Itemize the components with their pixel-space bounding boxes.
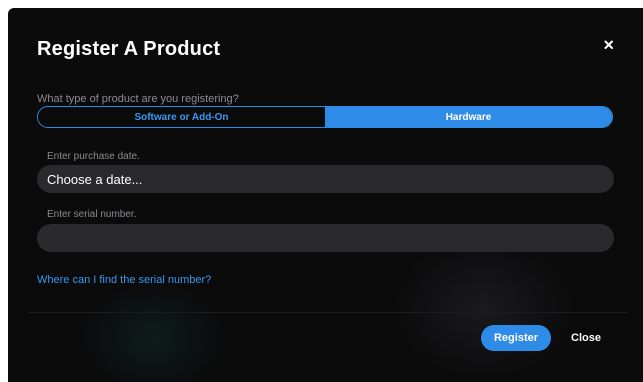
serial-number-input[interactable] <box>37 224 614 252</box>
footer-divider <box>28 312 628 313</box>
register-button[interactable]: Register <box>481 325 551 351</box>
register-product-dialog: Register A Product What type of product … <box>8 8 643 382</box>
serial-number-help-link[interactable]: Where can I find the serial number? <box>37 274 211 286</box>
product-type-question: What type of product are you registering… <box>37 93 239 105</box>
software-addon-option[interactable]: Software or Add-On <box>38 107 325 127</box>
background-glow-left <box>83 283 223 382</box>
close-button[interactable]: Close <box>564 325 608 351</box>
product-type-toggle: Software or Add-On Hardware <box>37 106 613 128</box>
dialog-title: Register A Product <box>37 38 221 60</box>
purchase-date-input[interactable]: Choose a date... <box>37 165 614 193</box>
hardware-option[interactable]: Hardware <box>325 107 612 127</box>
purchase-date-label: Enter purchase date. <box>47 151 140 162</box>
serial-number-label: Enter serial number. <box>47 209 137 220</box>
close-icon[interactable] <box>602 38 618 54</box>
background-glow-right <box>393 238 573 378</box>
